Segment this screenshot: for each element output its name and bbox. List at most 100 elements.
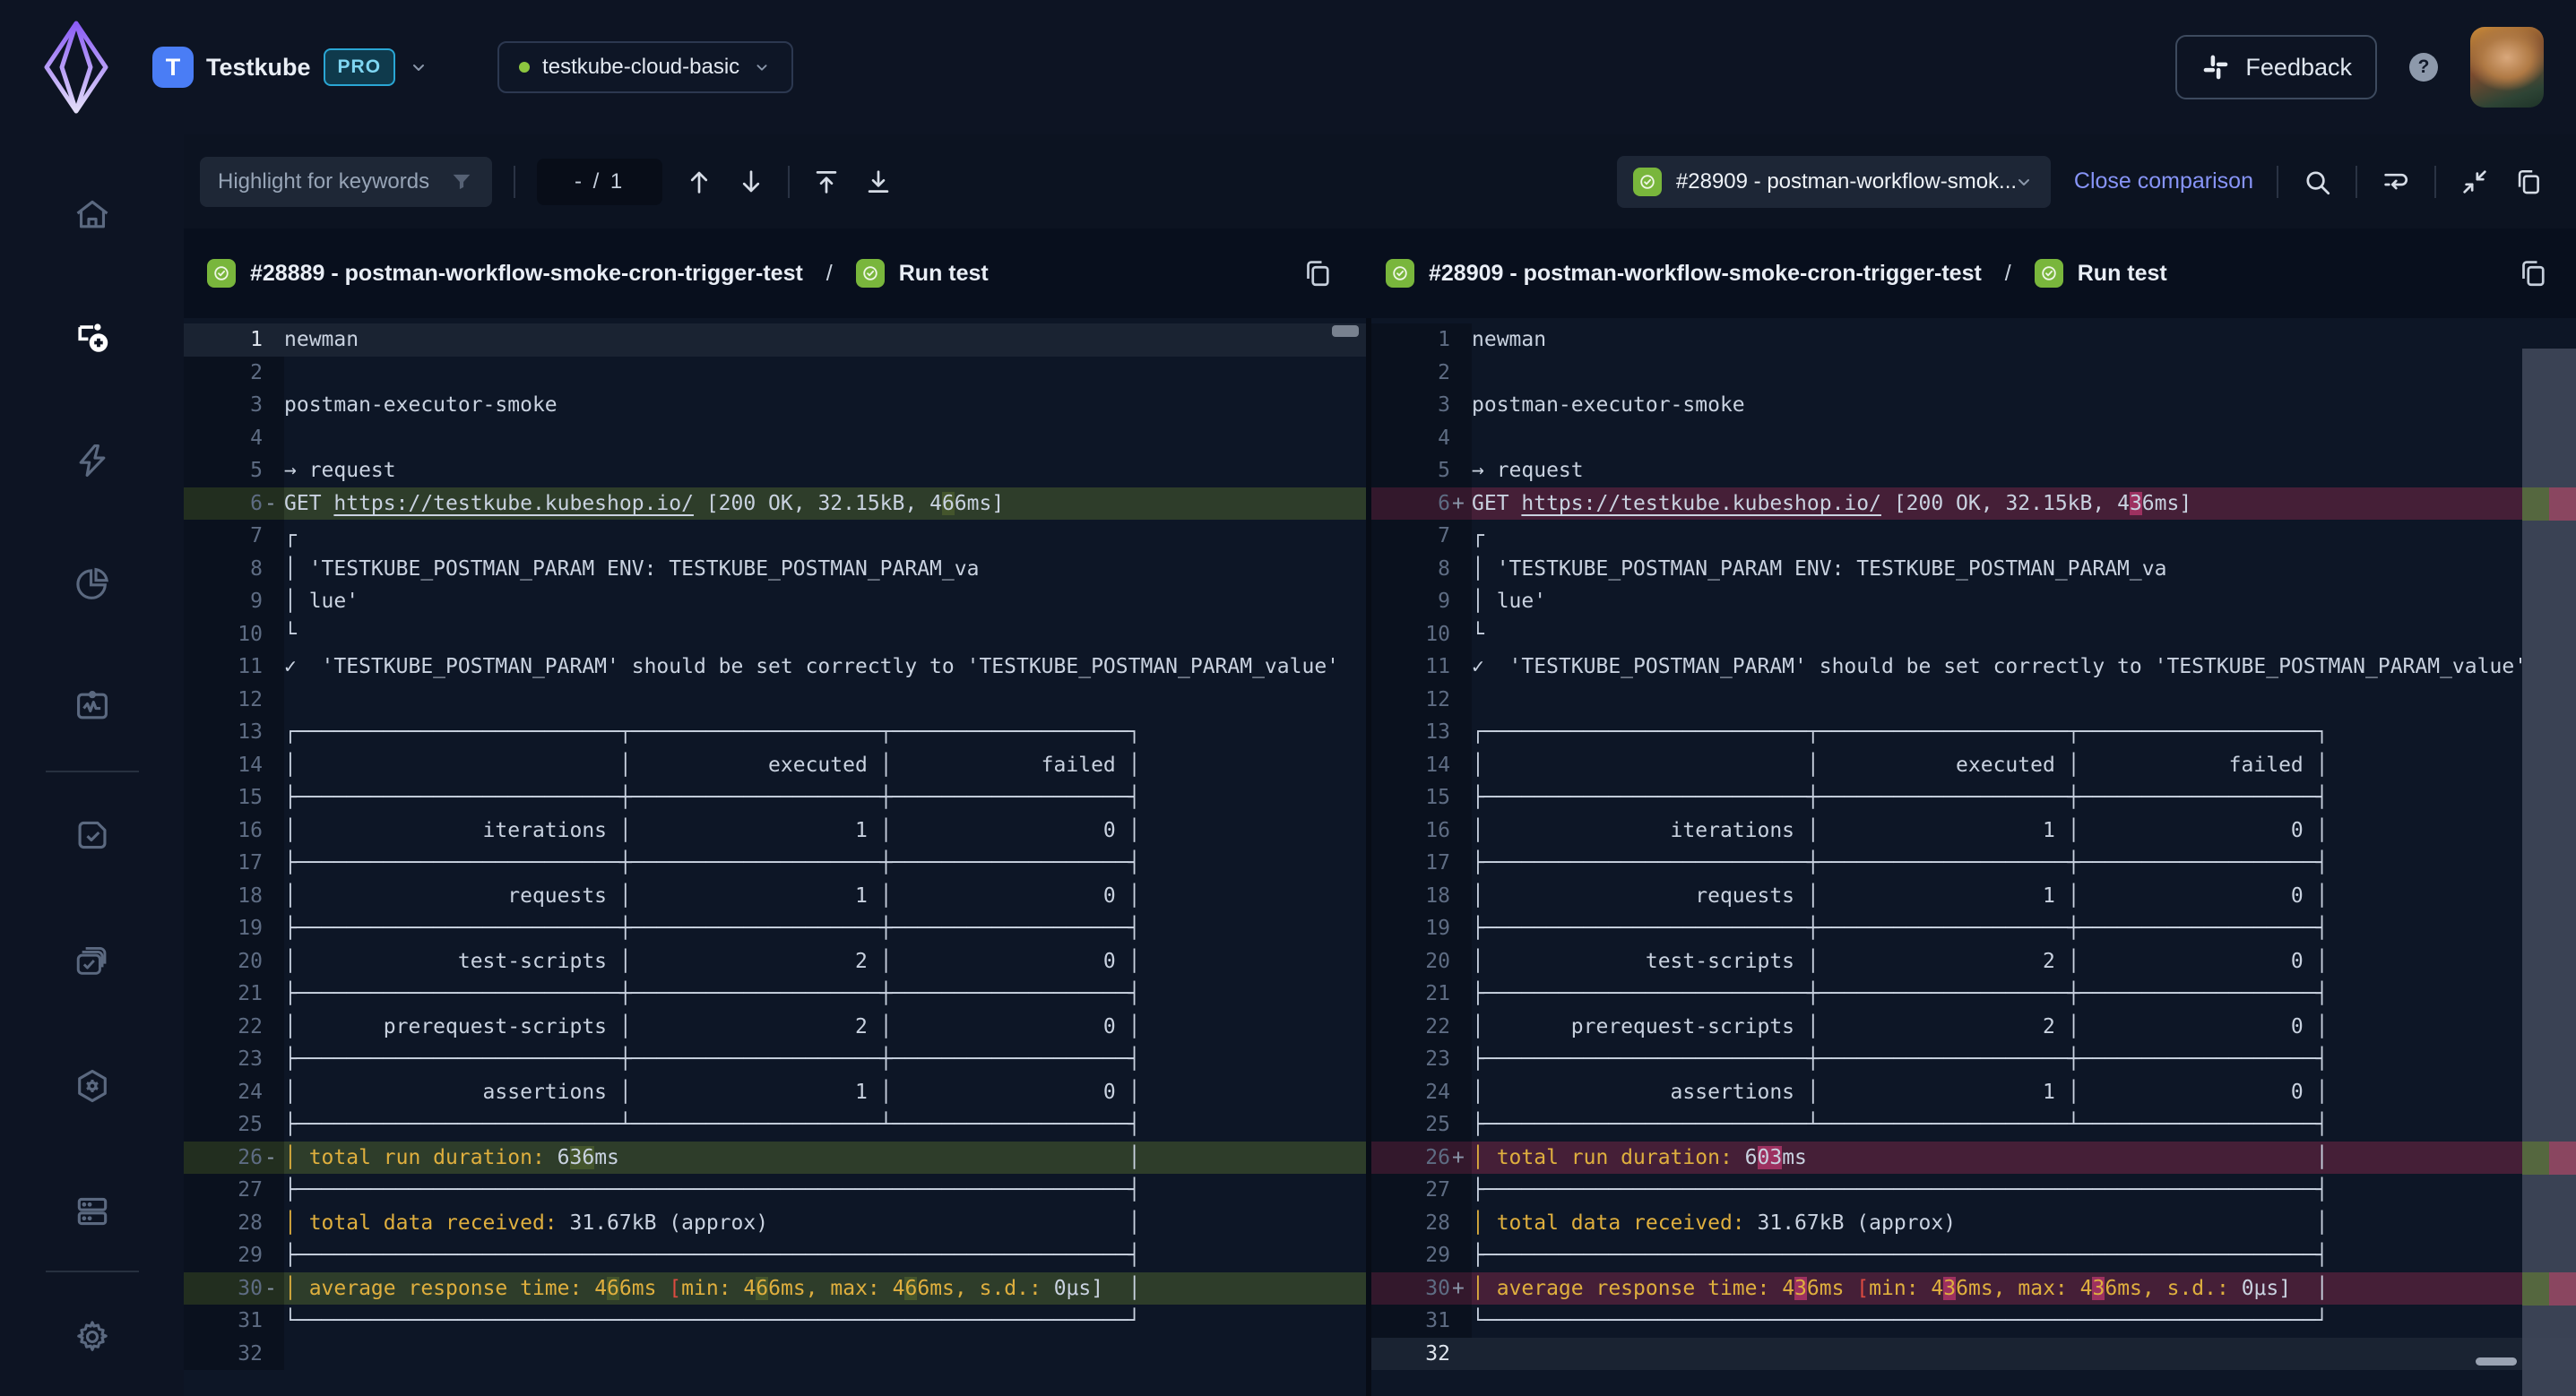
log-line-text: ├──────────────────────────┼────────────… [1472,847,2576,880]
diff-mark-removed[interactable] [2522,1272,2549,1306]
word-wrap-button[interactable] [2381,167,2411,197]
environment-status-dot [519,62,530,73]
step-status-passed-icon [856,259,885,288]
line-number-gutter: 20 [1371,945,1472,978]
sidebar-item-triggers[interactable] [0,441,184,480]
log-line-text: ├──────────────────────────┼────────────… [284,847,1366,880]
help-button[interactable]: ? [2409,53,2438,82]
feedback-label: Feedback [2245,54,2352,82]
log-line-text: ✓ 'TESTKUBE_POSTMAN_PARAM' should be set… [1472,651,2576,684]
scroll-to-top-button[interactable] [811,167,842,197]
left-run-title-bar: #28889 - postman-workflow-smoke-cron-tri… [184,228,1371,318]
close-comparison-link[interactable]: Close comparison [2074,168,2253,194]
chevron-down-icon [752,57,772,77]
log-line: 2 [184,357,1366,390]
log-line-text: │ test-scripts │ 2 │ 0 │ [1472,945,2576,978]
line-number-gutter: 7 [184,520,284,553]
log-line-text: postman-executor-smoke [284,389,1366,422]
comparison-run-dropdown[interactable]: #28909 - postman-workflow-smok... [1617,156,2051,208]
next-match-button[interactable] [736,167,766,197]
log-line-text [284,1338,1366,1371]
collapse-icon [2459,167,2490,197]
diff-mark-removed[interactable] [2522,1142,2549,1175]
log-line-text: │ requests │ 1 │ 0 │ [284,880,1366,913]
copy-left-log-button[interactable] [1301,257,1334,289]
log-line-text [284,357,1366,390]
line-number-gutter: 18 [1371,880,1472,913]
log-line: 15├──────────────────────────┼──────────… [184,781,1366,814]
diff-mark-added[interactable] [2549,1272,2576,1306]
left-run-name[interactable]: #28889 - postman-workflow-smoke-cron-tri… [250,261,803,287]
line-number-gutter: 24 [184,1076,284,1109]
log-line: 6+GET https://testkube.kubeshop.io/ [200… [1371,487,2576,521]
sidebar-item-home[interactable] [0,195,184,235]
copy-right-log-button[interactable] [2517,257,2549,289]
log-line-text: ├───────────────────────────────────────… [284,1239,1366,1272]
log-line: 15├──────────────────────────┼──────────… [1371,781,2576,814]
sidebar-item-health[interactable] [0,686,184,726]
sidebar-item-tests[interactable] [0,815,184,855]
line-number-gutter: 6- [184,487,284,521]
diff-mark-added[interactable] [2549,1142,2576,1175]
line-number-gutter: 29 [1371,1239,1472,1272]
log-line-text: │ lue' [1472,585,2576,618]
chevron-down-icon [2013,171,2035,193]
log-line: 24│ assertions │ 1 │ 0 │ [1371,1076,2576,1109]
user-avatar[interactable] [2470,27,2544,108]
line-number-gutter: 4 [1371,422,1472,455]
search-icon [2302,167,2332,197]
line-number-gutter: 25 [184,1108,284,1142]
scroll-to-bottom-button[interactable] [863,167,894,197]
chevron-down-icon [408,56,429,78]
line-number-gutter: 13 [1371,716,1472,749]
line-number-gutter: 12 [1371,684,1472,717]
log-line-text: ├──────────────────────────┼────────────… [1472,912,2576,945]
line-number-gutter: 19 [1371,912,1472,945]
log-line-text: ├──────────────────────────┼────────────… [1472,978,2576,1011]
log-line-text: │ │ executed │ failed │ [1472,749,2576,782]
test-suites-stack-icon [73,941,112,980]
org-switcher[interactable]: T Testkube PRO [152,47,429,88]
keyword-highlight-input[interactable]: Highlight for keywords [200,157,492,207]
log-line: 32 [184,1338,1366,1371]
sidebar-item-executors[interactable] [0,1066,184,1106]
sidebar-item-insights[interactable] [0,564,184,603]
previous-match-button[interactable] [684,167,714,197]
toolbar-divider [2356,166,2357,198]
org-name: Testkube [206,54,311,82]
log-line-text [1472,1338,2576,1371]
sidebar-item-storage[interactable] [0,1192,184,1231]
testkube-logo-icon[interactable] [0,20,152,115]
run-status-passed-icon [207,259,236,288]
collapse-view-button[interactable] [2459,167,2490,197]
log-line: 2 [1371,357,2576,390]
line-number-gutter: 26+ [1371,1142,1472,1175]
line-number-gutter: 11 [1371,651,1472,684]
right-run-name[interactable]: #28909 - postman-workflow-smoke-cron-tri… [1429,261,1982,287]
log-line: 12 [184,684,1366,717]
search-button[interactable] [2302,167,2332,197]
right-horizontal-scrollbar-thumb[interactable] [2476,1357,2517,1366]
line-number-gutter: 14 [184,749,284,782]
line-number-gutter: 22 [1371,1011,1472,1044]
environment-selector[interactable]: testkube-cloud-basic [497,41,793,93]
diff-mark-removed[interactable] [2522,487,2549,521]
left-log-pane[interactable]: 1newman23postman-executor-smoke45→ reque… [184,318,1371,1396]
right-log-pane[interactable]: 1newman23postman-executor-smoke45→ reque… [1371,318,2576,1396]
diff-overview-ruler[interactable] [2522,318,2576,1396]
sidebar-item-create-workflow[interactable] [0,318,184,358]
copy-log-button[interactable] [2513,167,2544,197]
log-line: 23├──────────────────────────┼──────────… [1371,1043,2576,1076]
right-step-name[interactable]: Run test [2078,261,2167,287]
feedback-button[interactable]: Feedback [2175,35,2377,99]
line-number-gutter: 2 [1371,357,1472,390]
left-step-name[interactable]: Run test [899,261,989,287]
log-line: 31└─────────────────────────────────────… [184,1305,1366,1338]
log-line: 22│ prerequest-scripts │ 2 │ 0 │ [184,1011,1366,1044]
diff-mark-added[interactable] [2549,487,2576,521]
line-number-gutter: 8 [184,553,284,586]
sidebar-item-settings[interactable] [0,1317,184,1357]
line-number-gutter: 6+ [1371,487,1472,521]
left-vertical-scrollbar-thumb[interactable] [1332,325,1359,337]
sidebar-item-test-suites[interactable] [0,941,184,980]
